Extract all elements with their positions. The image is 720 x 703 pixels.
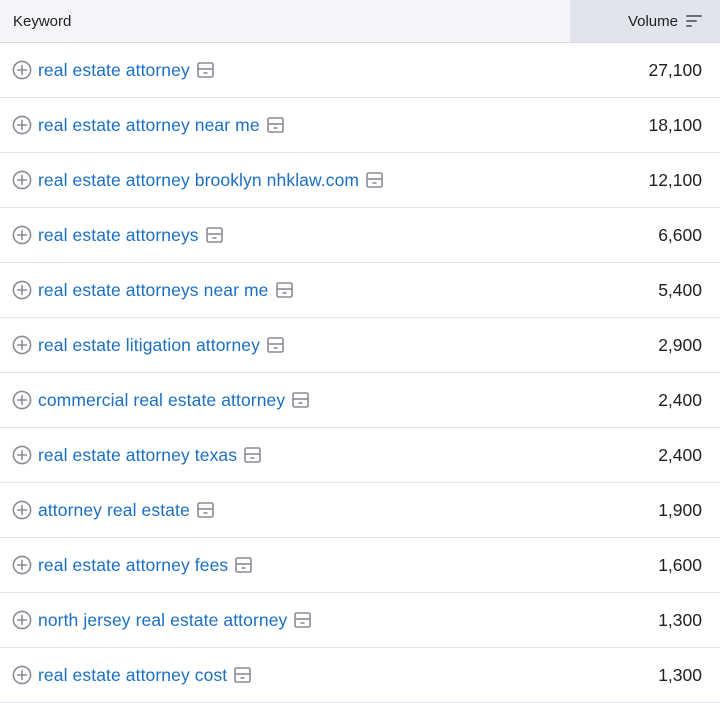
keyword-link[interactable]: real estate litigation attorney: [38, 335, 260, 356]
keyword-cell: real estate attorney: [0, 60, 570, 81]
volume-cell: 6,600: [658, 224, 702, 245]
keyword-link[interactable]: commercial real estate attorney: [38, 390, 285, 411]
serp-features-icon[interactable]: [266, 117, 284, 133]
table-row: north jersey real estate attorney 1,300: [0, 593, 720, 648]
serp-features-icon[interactable]: [267, 337, 284, 353]
serp-features-icon[interactable]: [244, 447, 261, 463]
serp-features-icon[interactable]: [275, 282, 293, 298]
table-row: attorney real estate 1,900: [0, 483, 720, 538]
keyword-link[interactable]: real estate attorneys near me: [38, 280, 269, 301]
plus-circle-icon[interactable]: [12, 280, 32, 300]
volume-cell: 1,300: [658, 664, 702, 685]
keyword-cell: real estate attorney brooklyn nhklaw.com: [0, 170, 570, 191]
plus-circle-icon[interactable]: [12, 60, 32, 80]
volume-cell: 5,400: [658, 279, 702, 300]
keyword-link[interactable]: real estate attorney: [38, 60, 190, 81]
volume-cell: 18,100: [648, 114, 702, 135]
sort-descending-icon[interactable]: [686, 15, 702, 27]
keyword-column-label: Keyword: [13, 12, 72, 30]
keyword-cell: real estate litigation attorney: [0, 335, 570, 356]
volume-column-header[interactable]: Volume: [570, 0, 720, 42]
keyword-cell: real estate attorneys near me: [0, 280, 570, 301]
keyword-cell: real estate attorney near me: [0, 115, 570, 136]
table-header: Keyword Volume: [0, 0, 720, 43]
table-row: real estate attorney 27,100: [0, 43, 720, 98]
serp-features-icon[interactable]: [197, 62, 214, 78]
keyword-link[interactable]: real estate attorney cost: [38, 665, 227, 686]
keyword-link[interactable]: real estate attorney texas: [38, 445, 237, 466]
keyword-table: Keyword Volume real estate attorney 27,1…: [0, 0, 720, 703]
table-row: commercial real estate attorney 2,400: [0, 373, 720, 428]
plus-circle-icon[interactable]: [12, 610, 32, 630]
volume-column-label: Volume: [627, 12, 678, 30]
volume-cell: 12,100: [648, 169, 702, 190]
serp-features-icon[interactable]: [235, 557, 253, 573]
keyword-cell: real estate attorney fees: [0, 555, 570, 576]
plus-circle-icon[interactable]: [12, 445, 32, 465]
volume-cell: 1,900: [658, 499, 702, 520]
serp-features-icon[interactable]: [234, 667, 252, 683]
table-row: real estate attorney cost 1,300: [0, 648, 720, 703]
table-row: real estate attorney texas 2,400: [0, 428, 720, 483]
keyword-link[interactable]: real estate attorneys: [38, 225, 199, 246]
keyword-link[interactable]: real estate attorney brooklyn nhklaw.com: [38, 170, 359, 191]
table-row: real estate attorneys 6,600: [0, 208, 720, 263]
volume-cell: 1,600: [658, 554, 702, 575]
keyword-cell: real estate attorneys: [0, 225, 570, 246]
keyword-cell: north jersey real estate attorney: [0, 610, 570, 631]
keyword-cell: real estate attorney texas: [0, 445, 570, 466]
volume-cell: 1,300: [658, 609, 702, 630]
plus-circle-icon[interactable]: [12, 335, 32, 355]
serp-features-icon[interactable]: [292, 392, 310, 408]
keyword-link[interactable]: attorney real estate: [38, 500, 190, 521]
keyword-link[interactable]: real estate attorney fees: [38, 555, 228, 576]
keyword-cell: real estate attorney cost: [0, 665, 570, 686]
volume-cell: 2,400: [658, 389, 702, 410]
table-row: real estate attorney near me 18,100: [0, 98, 720, 153]
plus-circle-icon[interactable]: [12, 555, 32, 575]
table-row: real estate attorney fees 1,600: [0, 538, 720, 593]
table-row: real estate attorneys near me 5,400: [0, 263, 720, 318]
serp-features-icon[interactable]: [205, 227, 223, 243]
serp-features-icon[interactable]: [197, 502, 214, 518]
keyword-link[interactable]: real estate attorney near me: [38, 115, 260, 136]
plus-circle-icon[interactable]: [12, 225, 32, 245]
volume-cell: 2,900: [658, 334, 702, 355]
plus-circle-icon[interactable]: [12, 115, 32, 135]
keyword-link[interactable]: north jersey real estate attorney: [38, 610, 287, 631]
keyword-column-header[interactable]: Keyword: [0, 0, 570, 42]
plus-circle-icon[interactable]: [12, 390, 32, 410]
keyword-cell: commercial real estate attorney: [0, 390, 570, 411]
keyword-cell: attorney real estate: [0, 500, 570, 521]
plus-circle-icon[interactable]: [12, 500, 32, 520]
volume-cell: 2,400: [658, 444, 702, 465]
volume-cell: 27,100: [648, 59, 702, 80]
serp-features-icon[interactable]: [366, 172, 383, 188]
table-row: real estate attorney brooklyn nhklaw.com…: [0, 153, 720, 208]
plus-circle-icon[interactable]: [12, 665, 32, 685]
table-row: real estate litigation attorney 2,900: [0, 318, 720, 373]
plus-circle-icon[interactable]: [12, 170, 32, 190]
table-body: real estate attorney 27,100 real estate …: [0, 43, 720, 703]
serp-features-icon[interactable]: [294, 612, 312, 628]
